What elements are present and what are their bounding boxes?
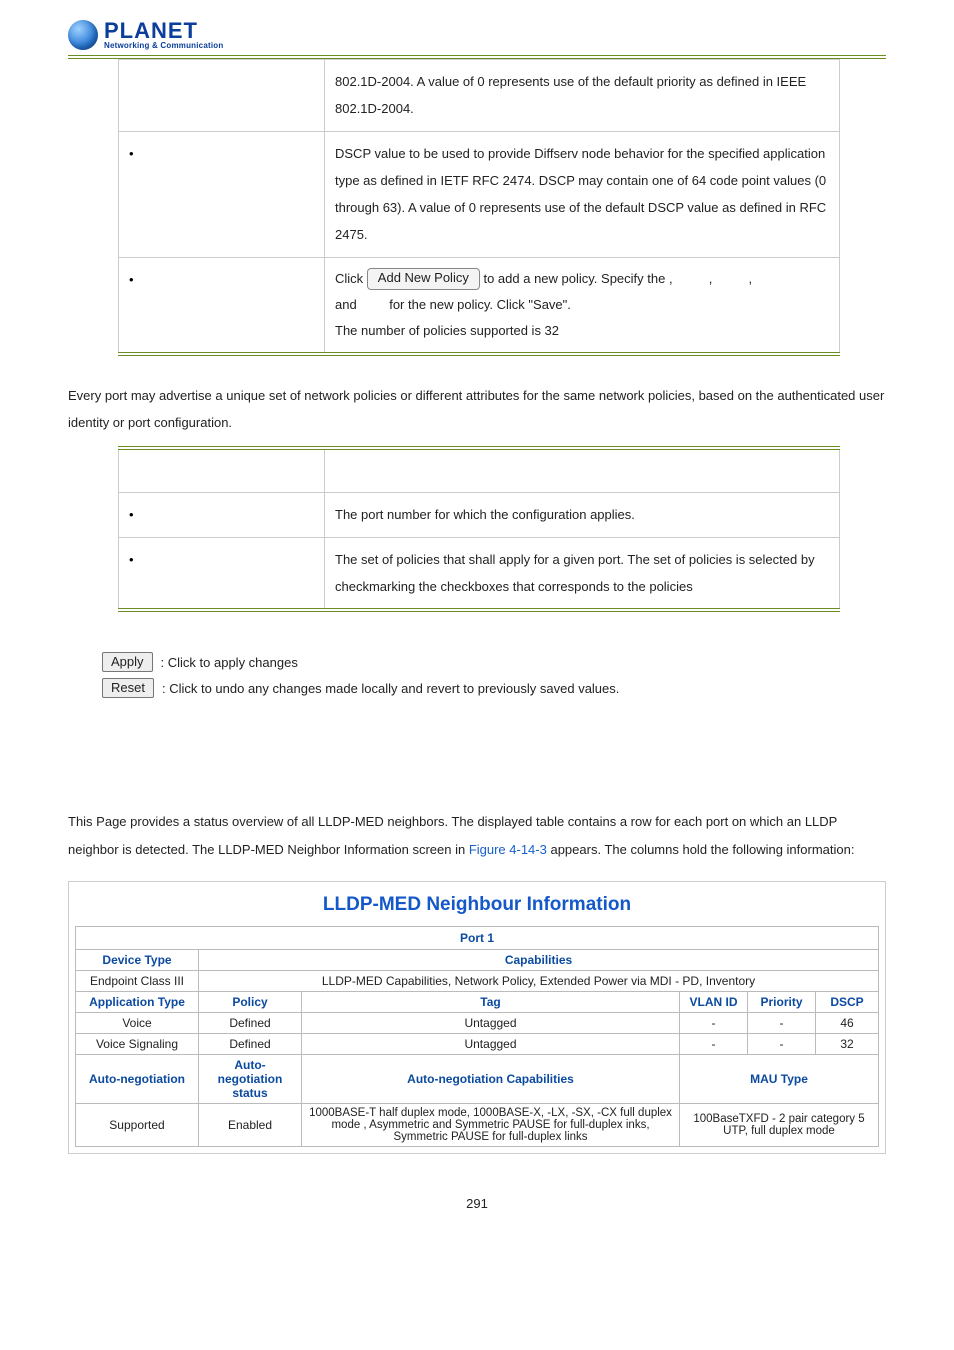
device-type-header: Device Type: [76, 949, 199, 970]
autoneg-status-value: Enabled: [199, 1103, 302, 1146]
text: ,: [748, 271, 752, 286]
table-row: The set of policies that shall apply for…: [119, 537, 840, 610]
add-policy-cell: Click Add New Policy to add a new policy…: [325, 257, 840, 354]
cell: Untagged: [302, 1033, 680, 1054]
table-row: Voice Defined Untagged - - 46: [76, 1012, 879, 1033]
policy-header: Policy: [199, 991, 302, 1012]
port-cell: The port number for which the configurat…: [325, 493, 840, 537]
cell: -: [680, 1033, 748, 1054]
table-row: Application Type Policy Tag VLAN ID Prio…: [76, 991, 879, 1012]
ports-paragraph: Every port may advertise a unique set of…: [68, 382, 886, 437]
table-row: 802.1D-2004. A value of 0 represents use…: [119, 60, 840, 132]
table-row: Supported Enabled 1000BASE-T half duplex…: [76, 1103, 879, 1146]
lldp-med-neighbour-figure: LLDP-MED Neighbour Information Port 1 De…: [68, 881, 886, 1154]
text: ,: [709, 271, 713, 286]
autoneg-header: Auto-negotiation: [76, 1054, 199, 1103]
mau-type-header: MAU Type: [680, 1054, 879, 1103]
cell: -: [748, 1012, 816, 1033]
logo-block: PLANET Networking & Communication: [68, 20, 886, 53]
autoneg-caps-value: 1000BASE-T half duplex mode, 1000BASE-X,…: [302, 1103, 680, 1146]
cell: Untagged: [302, 1012, 680, 1033]
neighbor-intro: This Page provides a status overview of …: [68, 808, 886, 863]
table-row: Auto-negotiation Auto-negotiation status…: [76, 1054, 879, 1103]
globe-icon: [68, 20, 98, 50]
figure-link[interactable]: Figure 4-14-3: [469, 842, 547, 857]
figure-table: Port 1 Device Type Capabilities Endpoint…: [75, 926, 879, 1147]
autoneg-status-header: Auto-negotiation status: [199, 1054, 302, 1103]
reset-text: : Click to undo any changes made locally…: [162, 681, 619, 696]
cell: Defined: [199, 1012, 302, 1033]
text: appears. The columns hold the following …: [547, 842, 855, 857]
cell: Voice Signaling: [76, 1033, 199, 1054]
cell: 32: [816, 1033, 879, 1054]
cell: 46: [816, 1012, 879, 1033]
cell: -: [680, 1012, 748, 1033]
table-row: DSCP value to be used to provide Diffser…: [119, 131, 840, 257]
vlan-header: VLAN ID: [680, 991, 748, 1012]
dscp-header: DSCP: [816, 991, 879, 1012]
buttons-block: Apply : Click to apply changes Reset : C…: [68, 652, 886, 698]
policies-cell: The set of policies that shall apply for…: [325, 537, 840, 610]
port-label: Port 1: [76, 926, 879, 949]
table-row: Voice Signaling Defined Untagged - - 32: [76, 1033, 879, 1054]
policies-label: [119, 537, 325, 610]
table-row: Endpoint Class III LLDP-MED Capabilities…: [76, 970, 879, 991]
autoneg-caps-header: Auto-negotiation Capabilities: [302, 1054, 680, 1103]
apply-button[interactable]: Apply: [102, 652, 153, 672]
figure-title: LLDP-MED Neighbour Information: [75, 888, 879, 926]
text: The number of policies supported is 32: [335, 323, 559, 338]
parameter-table-2: The port number for which the configurat…: [118, 446, 840, 612]
dscp-cell: DSCP value to be used to provide Diffser…: [325, 131, 840, 257]
autoneg-value: Supported: [76, 1103, 199, 1146]
page-number: 291: [68, 1196, 886, 1211]
apptype-header: Application Type: [76, 991, 199, 1012]
cell: Voice: [76, 1012, 199, 1033]
capabilities-value: LLDP-MED Capabilities, Network Policy, E…: [199, 970, 879, 991]
table-row: The port number for which the configurat…: [119, 493, 840, 537]
parameter-table-1: 802.1D-2004. A value of 0 represents use…: [118, 59, 840, 356]
port-row: Port 1: [76, 926, 879, 949]
text: ,: [669, 271, 673, 286]
capabilities-header: Capabilities: [199, 949, 879, 970]
add-new-policy-button[interactable]: Add New Policy: [367, 268, 480, 290]
text: for the new policy. Click "Save".: [389, 297, 571, 312]
text: and: [335, 297, 357, 312]
add-policy-label: [119, 257, 325, 354]
device-type-value: Endpoint Class III: [76, 970, 199, 991]
text: to add a new policy. Specify the: [483, 271, 668, 286]
table-header-row: [119, 448, 840, 493]
logo-name: PLANET: [104, 20, 223, 42]
cell: -: [748, 1033, 816, 1054]
apply-text: : Click to apply changes: [161, 655, 298, 670]
dscp-label: [119, 131, 325, 257]
table-row: Click Add New Policy to add a new policy…: [119, 257, 840, 354]
mau-type-value: 100BaseTXFD - 2 pair category 5 UTP, ful…: [680, 1103, 879, 1146]
priority-cell: 802.1D-2004. A value of 0 represents use…: [325, 60, 840, 132]
priority-header: Priority: [748, 991, 816, 1012]
text: Click: [335, 271, 363, 286]
tag-header: Tag: [302, 991, 680, 1012]
logo-tagline: Networking & Communication: [104, 42, 223, 50]
cell: Defined: [199, 1033, 302, 1054]
port-label: [119, 493, 325, 537]
table-row: Device Type Capabilities: [76, 949, 879, 970]
reset-button[interactable]: Reset: [102, 678, 154, 698]
